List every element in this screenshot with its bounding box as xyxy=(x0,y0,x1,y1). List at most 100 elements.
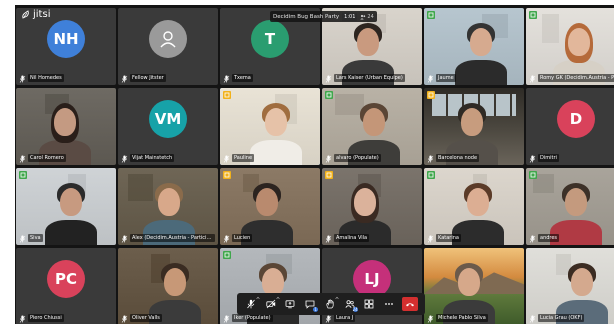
more-button[interactable] xyxy=(382,297,396,311)
hand-icon xyxy=(326,299,334,309)
participant-tile[interactable]: Pauline xyxy=(220,88,320,165)
participant-tile[interactable]: Romy GK (Decidim.Austria - Participatio.… xyxy=(526,8,614,85)
participant-tile[interactable]: Amalina Vila xyxy=(322,168,422,245)
status-badge xyxy=(529,11,537,19)
screen-share-icon xyxy=(286,300,295,309)
status-badge xyxy=(223,171,231,179)
mic-muted-icon xyxy=(529,148,536,165)
participant-namebar: Lucien xyxy=(223,232,317,243)
chevron-up-icon[interactable] xyxy=(256,296,260,300)
participant-name: Nil Homedes xyxy=(28,73,64,82)
more-icon xyxy=(385,303,394,305)
status-badge xyxy=(427,11,435,19)
participant-namebar: Michele Pablo Silva xyxy=(427,312,521,323)
status-badge xyxy=(427,171,435,179)
grid-icon xyxy=(365,299,374,309)
participant-tile[interactable]: Barcelona node xyxy=(424,88,524,165)
participant-tile[interactable]: Katarina xyxy=(424,168,524,245)
participant-face xyxy=(158,188,180,216)
participant-name: Barcelona node xyxy=(436,153,480,162)
participant-tile[interactable]: alvaro (Populate) xyxy=(322,88,422,165)
participant-name: Vijat Mainstetch xyxy=(130,153,175,162)
participant-namebar: Katarina xyxy=(427,232,521,243)
participant-tile[interactable]: Oliver Valls xyxy=(118,248,218,324)
participant-tile[interactable]: D Dimitri xyxy=(526,88,614,165)
avatar-initials: T xyxy=(251,19,289,58)
participant-name: Lucien xyxy=(232,233,253,242)
camera-icon xyxy=(266,299,275,309)
participant-tile[interactable]: Lucien xyxy=(220,168,320,245)
participant-face xyxy=(458,268,480,296)
participant-name: Amalina Vila xyxy=(334,233,370,242)
participant-name: Dimitri xyxy=(538,153,559,162)
status-badge xyxy=(529,171,537,179)
avatar-initials: NH xyxy=(47,19,85,58)
status-badge xyxy=(325,171,333,179)
participant-face xyxy=(467,188,489,216)
participant-namebar: Carol Romero xyxy=(19,152,113,163)
mic-muted-icon xyxy=(121,308,128,324)
hangup-button[interactable] xyxy=(402,297,418,311)
participant-tile[interactable]: andres xyxy=(526,168,614,245)
participant-namebar: Txema xyxy=(223,72,317,83)
participant-tile[interactable]: Alex (Decidim.Austria - Participationsho… xyxy=(118,168,218,245)
mic-muted-icon xyxy=(19,308,26,324)
mic-icon xyxy=(247,299,255,309)
camera-button[interactable] xyxy=(264,296,280,311)
meeting-toolbar: 1 24 xyxy=(237,293,425,315)
avatar-initials: VM xyxy=(149,99,187,138)
raise-hand-button[interactable] xyxy=(323,296,339,311)
participant-name: Piero Chiussi xyxy=(28,313,64,322)
participants-button[interactable]: 24 xyxy=(343,297,358,312)
participant-face xyxy=(461,108,483,136)
participant-name: Jaume xyxy=(436,73,456,82)
user-icon xyxy=(160,31,176,48)
mic-muted-icon xyxy=(121,148,128,165)
status-badge xyxy=(19,171,27,179)
participant-name: Fellow Jitster xyxy=(130,73,166,82)
notification-badge: 1 xyxy=(313,307,319,312)
participant-name: Carol Romero xyxy=(28,153,66,162)
mic-muted-icon xyxy=(529,68,536,85)
participant-tile[interactable]: Jaume xyxy=(424,8,524,85)
participant-tile[interactable]: Siva xyxy=(16,168,116,245)
participant-name: Alex (Decidim.Austria - Participationsho… xyxy=(130,233,215,242)
chat-button[interactable]: 1 xyxy=(303,297,319,312)
participant-tile[interactable]: PC Piero Chiussi xyxy=(16,248,116,324)
default-avatar xyxy=(149,19,187,58)
chevron-up-icon[interactable] xyxy=(335,296,339,300)
mic-muted-icon xyxy=(19,148,26,165)
participant-namebar: Fellow Jitster xyxy=(121,72,215,83)
participant-name: Pauline xyxy=(232,153,255,162)
participant-name: alvaro (Populate) xyxy=(334,153,381,162)
participant-count-value: 24 xyxy=(367,13,374,20)
jitsi-logo: jitsi xyxy=(21,9,50,20)
video-grid: NH Nil Homedes Fellow Jitster T Txema Lars Ka… xyxy=(15,5,614,324)
participant-namebar: andres xyxy=(529,232,614,243)
participant-tile[interactable]: Fellow Jitster xyxy=(118,8,218,85)
share-screen-button[interactable] xyxy=(283,297,297,311)
participant-name: Lars Kaiser (Urban Equipe) xyxy=(334,73,405,82)
participant-count[interactable]: 24 xyxy=(360,13,374,20)
participant-tile[interactable]: Michele Pablo Silva xyxy=(424,248,524,324)
mic-muted-icon xyxy=(223,148,230,165)
participant-tile[interactable]: Lucia Grau (OKF) xyxy=(526,248,614,324)
participant-name: Siva xyxy=(28,233,43,242)
participant-face xyxy=(568,28,590,56)
brand-name: jitsi xyxy=(33,9,51,20)
avatar-initials: PC xyxy=(47,259,85,298)
mic-button[interactable] xyxy=(244,296,260,311)
room-background xyxy=(128,174,153,201)
chevron-up-icon[interactable] xyxy=(276,296,280,300)
jitsi-logo-icon xyxy=(22,9,29,19)
participant-namebar: Barcelona node xyxy=(427,152,521,163)
participant-name: Lucia Grau (OKF) xyxy=(538,313,585,322)
tile-view-button[interactable] xyxy=(362,297,376,311)
participant-face xyxy=(363,108,385,136)
participant-name: Txema xyxy=(232,73,253,82)
participant-namebar: Vijat Mainstetch xyxy=(121,152,215,163)
participant-tile[interactable]: VM Vijat Mainstetch xyxy=(118,88,218,165)
participant-tile[interactable]: Carol Romero xyxy=(16,88,116,165)
participant-namebar: Pauline xyxy=(223,152,317,163)
participant-face xyxy=(571,268,593,296)
